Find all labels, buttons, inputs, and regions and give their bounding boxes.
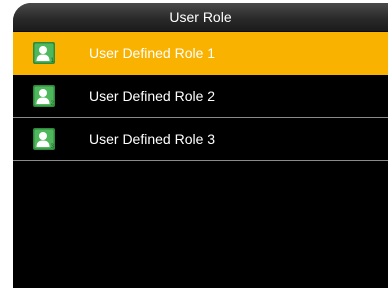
screen: User Role 1 User Defined Role 1 2 User D… <box>0 0 388 288</box>
user-role-2-icon: 2 <box>33 85 55 107</box>
list-item-role-1[interactable]: 1 User Defined Role 1 <box>13 32 388 75</box>
list-item-role-2[interactable]: 2 User Defined Role 2 <box>13 75 388 118</box>
role-list: 1 User Defined Role 1 2 User Defined Rol… <box>13 32 388 161</box>
user-role-1-icon: 1 <box>33 42 55 64</box>
list-item-role-3[interactable]: 3 User Defined Role 3 <box>13 118 388 161</box>
role-label-1: User Defined Role 1 <box>89 45 216 61</box>
role-label-2: User Defined Role 2 <box>89 88 216 104</box>
user-role-3-icon: 3 <box>33 128 55 150</box>
title-bar: User Role <box>13 3 388 32</box>
page-title: User Role <box>169 9 232 25</box>
device-display: User Role 1 User Defined Role 1 2 User D… <box>13 3 388 288</box>
role-label-3: User Defined Role 3 <box>89 131 216 147</box>
